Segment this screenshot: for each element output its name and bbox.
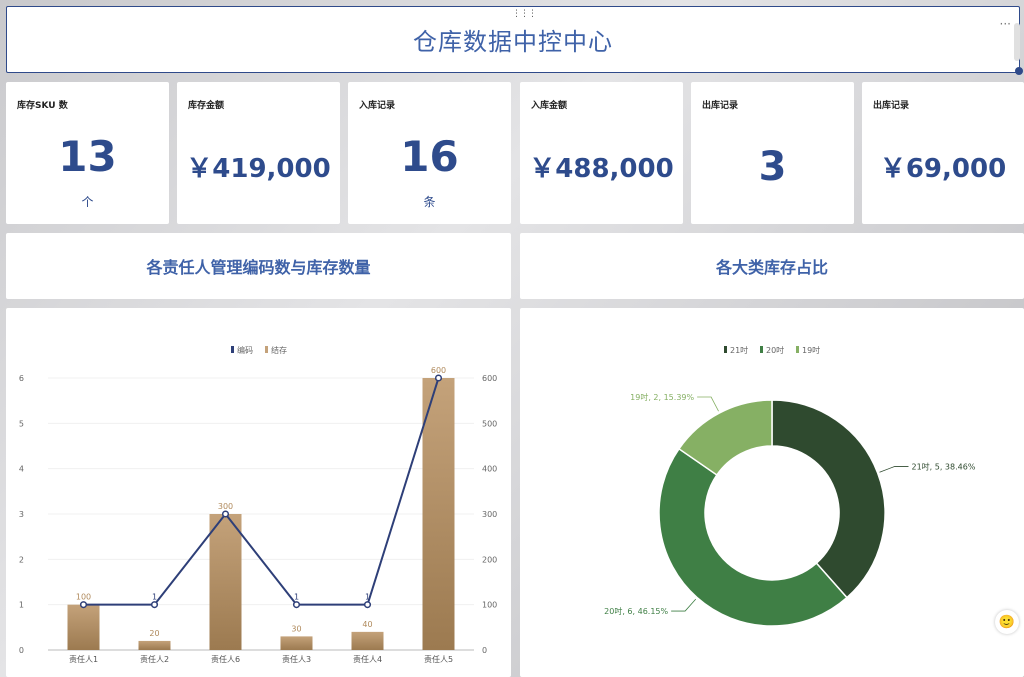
kpi-card-inventory-amount: 库存金额 ￥419,000 bbox=[177, 82, 340, 224]
line-point bbox=[363, 601, 372, 609]
kpi-value: 13 bbox=[58, 132, 117, 181]
legend-label: 20吋 bbox=[766, 345, 784, 355]
y-right-tick: 500 bbox=[482, 419, 497, 428]
legend-swatch bbox=[760, 346, 763, 353]
section-title: 各大类库存占比 bbox=[715, 258, 828, 277]
kpi-card-sku-count: 库存SKU 数 13 个 bbox=[6, 82, 169, 224]
kpi-label: 出库记录 bbox=[702, 101, 739, 111]
legend-label: 21吋 bbox=[730, 345, 748, 355]
section-header-category-share: 各大类库存占比 bbox=[520, 233, 1024, 299]
bar-label: 30 bbox=[291, 624, 301, 633]
y-right-tick: 400 bbox=[482, 465, 497, 474]
legend-swatch bbox=[796, 346, 799, 353]
pie-leader-line bbox=[879, 466, 909, 473]
x-tick-label: 责任人5 bbox=[424, 654, 453, 664]
line-point bbox=[79, 601, 88, 609]
pie-label: 20吋, 6, 46.15% bbox=[604, 606, 668, 616]
combo-chart-panel: 0 0 1 100 2 200 3 300 4 400 5 500 6 600 编码 结存 100 20 300 30… bbox=[6, 308, 511, 677]
bar-label: 600 bbox=[431, 366, 446, 375]
series-line bbox=[83, 377, 440, 606]
kpi-card-outbound-amount: 出库记录 ￥69,000 bbox=[862, 82, 1024, 224]
kpi-label: 入库记录 bbox=[359, 101, 396, 111]
resize-handle[interactable] bbox=[1015, 67, 1023, 75]
page-title: 仓库数据中控中心 bbox=[413, 28, 613, 56]
pie-leader-line bbox=[671, 598, 697, 612]
bar bbox=[138, 640, 171, 650]
y-right-tick: 600 bbox=[482, 374, 497, 383]
section-header-owner-stock: 各责任人管理编码数与库存数量 bbox=[6, 233, 511, 299]
bar bbox=[209, 514, 242, 650]
pie-label: 19吋, 2, 15.39% bbox=[630, 392, 694, 402]
bar-label: 300 bbox=[218, 502, 233, 511]
y-right-tick: 0 bbox=[482, 646, 487, 655]
y-left-tick: 3 bbox=[19, 510, 24, 519]
x-tick-label: 责任人2 bbox=[140, 654, 169, 664]
legend-label: 19吋 bbox=[802, 345, 820, 355]
assistant-avatar-icon[interactable]: 🙂 bbox=[995, 610, 1019, 634]
legend-swatch bbox=[724, 346, 727, 353]
legend-swatch bbox=[265, 346, 268, 353]
bar bbox=[422, 378, 455, 650]
bar bbox=[351, 631, 384, 650]
x-tick-label: 责任人4 bbox=[353, 654, 382, 664]
kpi-card-inbound-amount: 入库金额 ￥488,000 bbox=[520, 82, 683, 224]
kpi-label: 库存金额 bbox=[188, 101, 225, 111]
donut-chart-panel: 21吋 20吋 19吋 21吋, 5, 38.46% 20吋, 6, 46.15% 19吋… bbox=[520, 308, 1024, 677]
scrollbar[interactable] bbox=[1014, 23, 1020, 61]
line-label: 1 bbox=[294, 593, 299, 602]
kpi-value: 3 bbox=[758, 144, 787, 190]
kpi-unit: 个 bbox=[81, 195, 94, 209]
line-point bbox=[221, 510, 230, 518]
kpi-label: 入库金额 bbox=[531, 101, 568, 111]
line-point bbox=[434, 374, 443, 382]
kpi-value: ￥488,000 bbox=[529, 154, 674, 184]
y-left-tick: 4 bbox=[19, 465, 24, 474]
y-left-tick: 2 bbox=[19, 555, 24, 564]
section-title: 各责任人管理编码数与库存数量 bbox=[146, 258, 371, 277]
x-tick-label: 责任人3 bbox=[282, 654, 311, 664]
bar-label: 20 bbox=[149, 629, 159, 638]
pie-slice bbox=[771, 399, 886, 599]
kpi-value: 16 bbox=[400, 132, 459, 181]
kpi-label: 出库记录 bbox=[873, 101, 910, 111]
pie-slice bbox=[658, 447, 848, 627]
y-left-tick: 5 bbox=[19, 419, 24, 428]
kpi-card-outbound-records: 出库记录 3 bbox=[691, 82, 854, 224]
combo-chart: 0 0 1 100 2 200 3 300 4 400 5 500 6 600 编码 结存 100 20 300 30… bbox=[19, 345, 497, 664]
kpi-unit: 条 bbox=[423, 195, 436, 209]
x-tick-label: 责任人1 bbox=[69, 654, 98, 664]
pie-label: 21吋, 5, 38.46% bbox=[911, 462, 975, 472]
x-tick-label: 责任人6 bbox=[211, 654, 240, 664]
y-right-tick: 300 bbox=[482, 510, 497, 519]
y-left-tick: 1 bbox=[19, 601, 24, 610]
pie-leader-line bbox=[697, 396, 719, 412]
dashboard-title-bar[interactable]: ⋮⋮⋮ 仓库数据中控中心 ··· bbox=[6, 6, 1023, 75]
y-right-tick: 200 bbox=[482, 555, 497, 564]
y-left-tick: 6 bbox=[19, 374, 24, 383]
bar-label: 100 bbox=[76, 593, 91, 602]
donut-chart: 21吋 20吋 19吋 21吋, 5, 38.46% 20吋, 6, 46.15% 19吋… bbox=[604, 345, 976, 627]
line-point bbox=[150, 601, 159, 609]
kpi-value: ￥69,000 bbox=[879, 154, 1007, 184]
line-label: 1 bbox=[365, 593, 370, 602]
kpi-label: 库存SKU 数 bbox=[17, 101, 68, 111]
drag-handle-icon[interactable]: ⋮⋮⋮ bbox=[512, 9, 537, 19]
kpi-card-inbound-records: 入库记录 16 条 bbox=[348, 82, 511, 224]
more-options-icon[interactable]: ··· bbox=[1000, 17, 1011, 31]
kpi-value: ￥419,000 bbox=[186, 154, 331, 184]
legend-label: 编码 bbox=[237, 345, 253, 355]
bar bbox=[67, 604, 100, 650]
line-point bbox=[292, 601, 301, 609]
bar bbox=[280, 636, 313, 650]
bar-label: 40 bbox=[362, 620, 372, 629]
line-label: 1 bbox=[152, 593, 157, 602]
y-right-tick: 100 bbox=[482, 601, 497, 610]
legend-label: 结存 bbox=[271, 345, 287, 355]
legend-swatch bbox=[231, 346, 234, 353]
y-left-tick: 0 bbox=[19, 646, 24, 655]
